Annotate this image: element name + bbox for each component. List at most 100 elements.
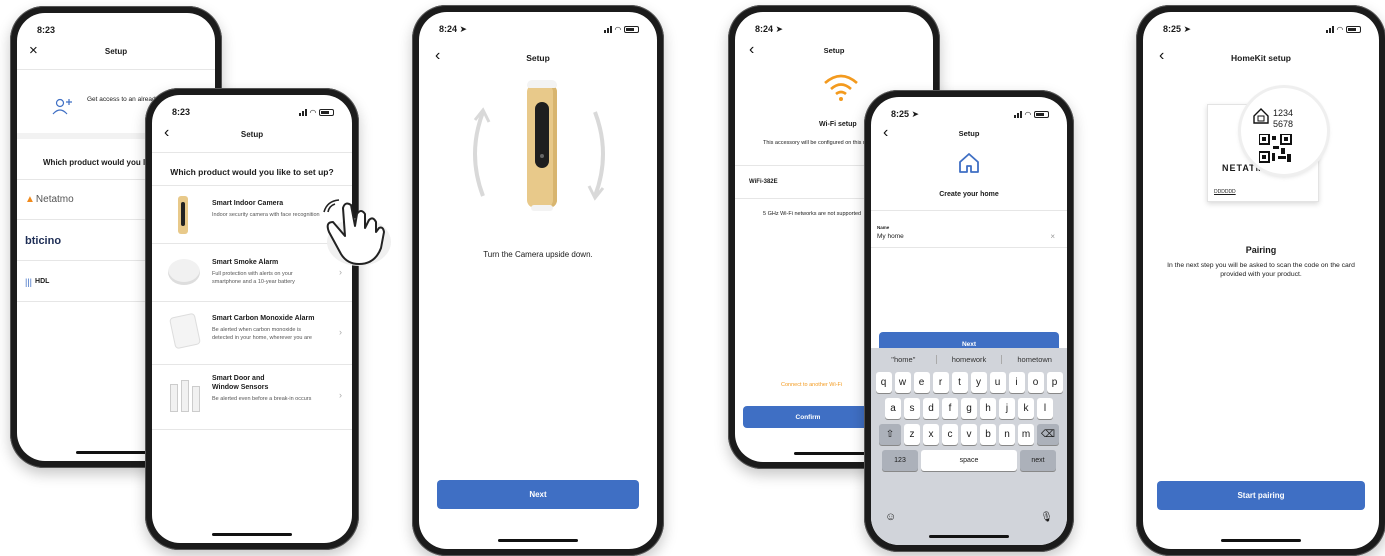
smoke-alarm-thumbnail [168, 259, 200, 285]
product-desc: Full protection with alerts on your smar… [212, 271, 295, 285]
key[interactable]: t [951, 372, 968, 393]
status-bar: 8:25 ➤ ◠ [891, 107, 1049, 121]
divider [871, 210, 1067, 211]
key[interactable]: x [923, 424, 939, 445]
brand-netatmo[interactable]: ▲ Netatmo [17, 180, 157, 220]
key[interactable]: s [904, 398, 920, 419]
status-bar: 8:24 ➤ [755, 22, 915, 36]
door-sensor-thumbnail [170, 380, 200, 414]
key[interactable]: j [999, 398, 1015, 419]
screen-product-list: 8:23 ◠ ‹ Setup Which product would you l… [152, 95, 352, 543]
home-indicator [498, 539, 578, 542]
product-desc: Be alerted when carbon monoxide is detec… [212, 327, 312, 341]
wifi-icon: ◠ [1024, 109, 1031, 119]
product-name: Smart Smoke Alarm [212, 259, 279, 266]
clear-icon[interactable]: × [1050, 232, 1055, 241]
status-time: 8:23 [37, 25, 56, 35]
status-time: 8:23 [172, 107, 191, 117]
product-row-co[interactable]: Smart Carbon Monoxide Alarm Be alerted w… [152, 303, 352, 365]
status-time: 8:24 ➤ [755, 23, 784, 34]
keyboard-suggestions: "home" homework hometown [871, 348, 1067, 370]
screen-turn-camera: 8:24 ➤ ◠ ‹ Setup Turn the Camera upside … [419, 12, 657, 549]
camera-device-icon [527, 80, 557, 211]
add-user-icon [52, 97, 74, 115]
key[interactable]: d [923, 398, 939, 419]
card-serial: DDDDDD [1214, 189, 1236, 195]
key[interactable]: v [961, 424, 977, 445]
key[interactable]: e [913, 372, 930, 393]
start-pairing-button[interactable]: Start pairing [1157, 481, 1365, 510]
divider [871, 247, 1067, 248]
microphone-icon[interactable]: 🎙︎ [1040, 512, 1053, 523]
camera-thumbnail [178, 196, 188, 234]
key[interactable]: b [980, 424, 996, 445]
pairing-desc: In the next step you will be asked to sc… [1167, 262, 1355, 278]
qr-code-icon [1258, 133, 1293, 164]
code-line-1: 1234 [1273, 108, 1294, 118]
key[interactable]: o [1027, 372, 1044, 393]
connect-other-link[interactable]: Connect to another Wi-Fi [781, 382, 873, 388]
battery-icon [1346, 25, 1361, 33]
status-icons: ◠ [1325, 25, 1361, 34]
screen-create-home: 8:25 ➤ ◠ ‹ Setup Create your home Name M… [871, 97, 1067, 545]
wifi-icon: ◠ [309, 107, 316, 117]
signal-icon [1325, 25, 1334, 33]
divider [152, 152, 352, 153]
key[interactable]: n [999, 424, 1015, 445]
suggestion[interactable]: hometown [1002, 355, 1067, 364]
suggestion[interactable]: homework [937, 354, 1003, 364]
backspace-icon[interactable]: ⌫ [1037, 424, 1059, 445]
brand-bticino[interactable]: bticino [17, 221, 157, 261]
instruction-text: Turn the Camera upside down. [483, 250, 593, 259]
page-title: HomeKit setup [1231, 53, 1291, 63]
home-indicator [794, 452, 874, 455]
key[interactable]: h [980, 398, 996, 419]
homekit-code-magnifier: 1234 5678 [1241, 88, 1327, 174]
question: Which product would you like to set up? [170, 167, 334, 177]
key[interactable]: i [1008, 372, 1025, 393]
name-input[interactable]: My home [877, 233, 904, 240]
product-name: Smart Indoor Camera [212, 200, 284, 207]
numbers-key[interactable]: 123 [882, 450, 918, 471]
key[interactable]: l [1037, 398, 1053, 419]
status-time: 8:24 ➤ [439, 23, 468, 34]
keyboard-row-2: a s d f g h j k l [871, 398, 1067, 419]
key[interactable]: q [875, 372, 892, 393]
confirm-button[interactable]: Confirm [743, 406, 873, 428]
home-indicator [76, 451, 156, 454]
key[interactable]: g [961, 398, 977, 419]
wifi-desc: This accessory will be configured on thi… [763, 140, 875, 146]
key[interactable]: m [1018, 424, 1034, 445]
divider [17, 69, 215, 70]
key[interactable]: c [942, 424, 958, 445]
next-button[interactable]: Next [437, 480, 639, 509]
key[interactable]: p [1046, 372, 1063, 393]
shift-icon[interactable]: ⇧ [879, 424, 901, 445]
key[interactable]: r [932, 372, 949, 393]
create-home-heading: Create your home [939, 191, 999, 198]
netatmo-logo-icon: ▲ [25, 194, 35, 205]
next-key[interactable]: next [1020, 450, 1056, 471]
key[interactable]: a [885, 398, 901, 419]
network-name[interactable]: WiFi-382E [749, 179, 778, 185]
status-time: 8:25 ➤ [1163, 23, 1192, 34]
battery-icon [1034, 110, 1049, 118]
wifi-signal-icon [823, 72, 859, 102]
chevron-right-icon: › [339, 327, 342, 337]
key[interactable]: f [942, 398, 958, 419]
status-bar: 8:25 ➤ ◠ [1163, 22, 1361, 36]
key[interactable]: u [989, 372, 1006, 393]
brand-hdl[interactable]: ||| HDL [17, 262, 157, 302]
co-alarm-thumbnail [168, 312, 202, 350]
hdl-logo-icon: ||| [25, 276, 33, 287]
ghz-note: 5 GHz Wi-Fi networks are not supported [763, 211, 862, 217]
space-key[interactable]: space [921, 450, 1017, 471]
page-title: Setup [240, 130, 264, 139]
key[interactable]: z [904, 424, 920, 445]
key[interactable]: w [894, 372, 911, 393]
product-row-sensors[interactable]: Smart Door and Window Sensors Be alerted… [152, 366, 352, 430]
key[interactable]: k [1018, 398, 1034, 419]
suggestion[interactable]: "home" [871, 354, 937, 364]
key[interactable]: y [970, 372, 987, 393]
emoji-icon[interactable]: ☺ [885, 511, 896, 523]
